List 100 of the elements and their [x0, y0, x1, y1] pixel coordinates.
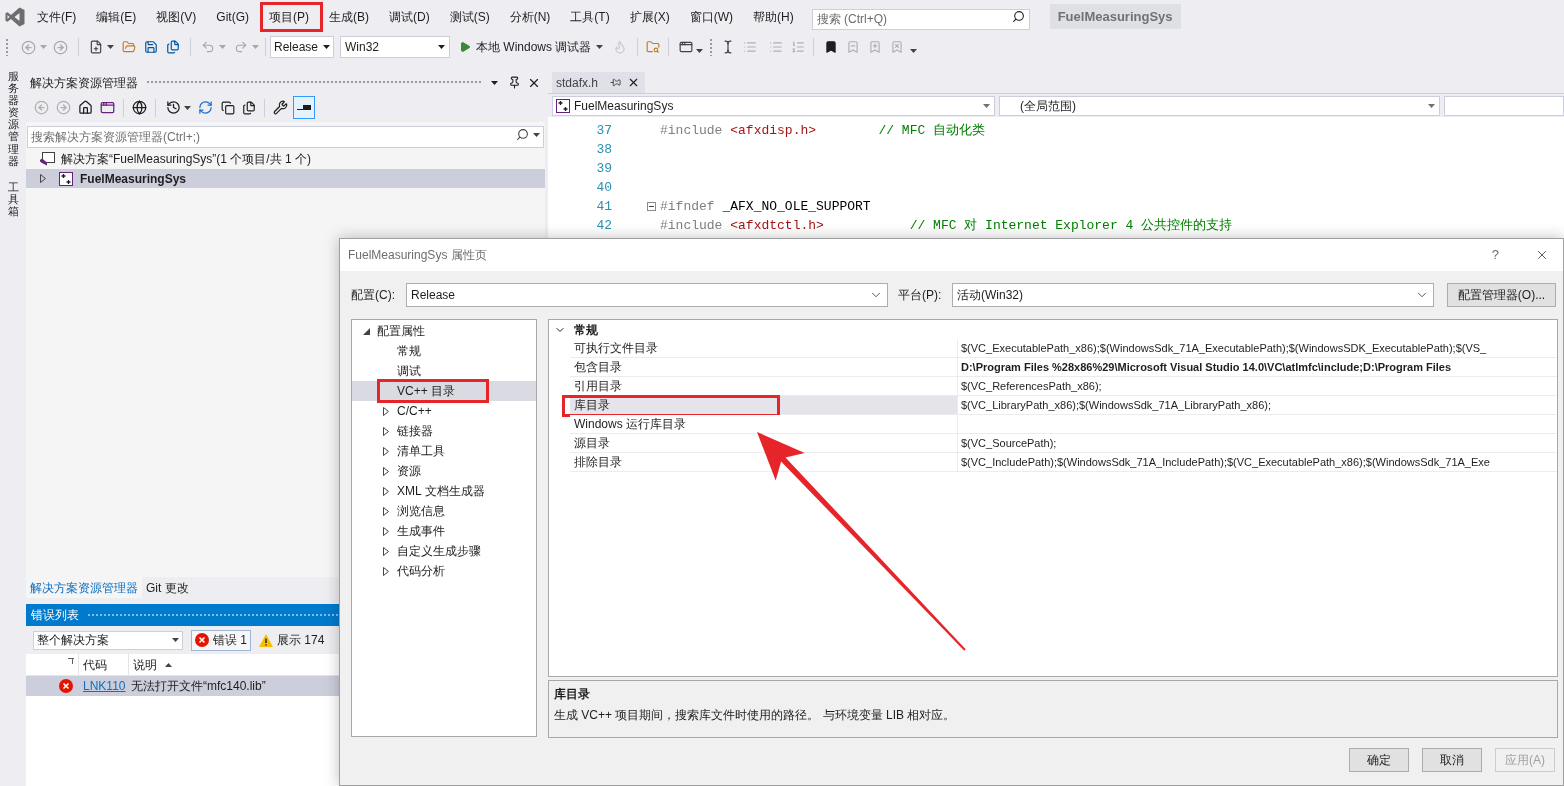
window-icon[interactable] [100, 100, 115, 115]
side-tab[interactable]: 工具箱 [7, 180, 19, 218]
project-dropdown[interactable]: FuelMeasuringSys [552, 95, 995, 116]
new-file-icon[interactable] [89, 40, 103, 54]
panel-title: 解决方案资源管理器 [30, 74, 138, 92]
globe-icon[interactable] [132, 100, 147, 115]
help-button[interactable]: ? [1491, 245, 1499, 265]
refresh-icon[interactable] [198, 100, 213, 115]
collapsed-arrow-icon[interactable] [383, 426, 389, 436]
scope-dropdown[interactable]: 整个解决方案 [33, 630, 183, 650]
menu-item[interactable]: 测试(S) [439, 3, 500, 30]
documents-icon[interactable] [242, 100, 256, 115]
filter-button[interactable]: 展示 174 [255, 629, 329, 651]
search-field[interactable]: 搜索解决方案资源管理器(Ctrl+;) [27, 126, 544, 148]
bookmark-icon[interactable] [824, 40, 839, 54]
collapsed-arrow-icon[interactable] [383, 446, 389, 456]
close-icon[interactable] [1535, 248, 1549, 262]
dropdown-caret-icon[interactable] [533, 133, 540, 137]
tree-item[interactable]: 浏览信息 [352, 501, 536, 521]
column-header[interactable]: 代码 [78, 654, 128, 675]
tree-item[interactable]: VC++ 目录 [352, 381, 536, 401]
collapsed-arrow-icon[interactable] [383, 406, 389, 416]
menu-item[interactable]: 生成(B) [319, 3, 379, 30]
collapsed-arrow-icon[interactable] [383, 546, 389, 556]
window-icon[interactable] [679, 40, 694, 54]
collapse-icon[interactable] [647, 202, 656, 211]
save-icon[interactable] [144, 40, 158, 54]
column-options-icon[interactable] [68, 658, 74, 664]
menu-item[interactable]: 项目(P) [259, 3, 319, 30]
panel-tab[interactable]: Git 更改 [142, 577, 193, 598]
dialog-button[interactable]: 取消 [1422, 748, 1482, 772]
collapsed-arrow-icon[interactable] [383, 466, 389, 476]
menu-item[interactable]: 文件(F) [27, 3, 87, 30]
home-icon[interactable] [78, 100, 93, 115]
tree-item[interactable]: 代码分析 [352, 561, 536, 581]
menu-item[interactable]: 调试(D) [379, 3, 440, 30]
property-name[interactable]: Windows 运行库目录 [570, 415, 958, 434]
scope-dropdown[interactable]: (全局范围) [999, 95, 1440, 116]
tree-item[interactable]: 资源 [352, 461, 536, 481]
side-tab[interactable]: 服务器资源管理器 [7, 70, 19, 167]
menu-item[interactable]: 窗口(W) [679, 3, 743, 30]
platform-dropdown[interactable]: Win32 [340, 36, 450, 58]
collapsed-arrow-icon[interactable] [383, 486, 389, 496]
window-menu-caret-icon[interactable] [491, 80, 498, 85]
tree-item[interactable]: 清单工具 [352, 441, 536, 461]
collapsed-arrow-icon[interactable] [383, 506, 389, 516]
menu-item[interactable]: 视图(V) [146, 3, 207, 30]
collapsed-arrow-icon[interactable] [383, 566, 389, 576]
toggle-button[interactable] [293, 96, 315, 119]
search-icon[interactable] [516, 128, 529, 141]
property-name[interactable]: 包含目录 [570, 358, 958, 377]
property-name[interactable]: 源目录 [570, 434, 958, 453]
menu-item[interactable]: 工具(T) [560, 3, 620, 30]
tree-item[interactable]: 调试 [352, 361, 536, 381]
start-debugging-button[interactable]: 本地 Windows 调试器 [459, 38, 604, 56]
configuration-dropdown[interactable]: Release [406, 283, 888, 307]
filter-button[interactable]: 错误 1 [191, 629, 251, 651]
property-name[interactable]: 可执行文件目录 [570, 339, 958, 358]
search-icon[interactable] [1011, 10, 1025, 23]
tree-item[interactable]: 常规 [352, 341, 536, 361]
copy-icon[interactable] [221, 100, 235, 115]
dropdown-caret-icon[interactable] [107, 45, 114, 49]
tree-item[interactable]: 生成事件 [352, 521, 536, 541]
tree-item[interactable]: XML 文档生成器 [352, 481, 536, 501]
collapsed-arrow-icon[interactable] [383, 526, 389, 536]
configuration-manager-button[interactable]: 配置管理器(O)... [1447, 283, 1556, 307]
line-number: 37 [595, 121, 612, 140]
expanded-arrow-icon[interactable] [362, 327, 370, 335]
platform-dropdown[interactable]: 活动(Win32) [952, 283, 1434, 307]
history-icon[interactable] [166, 100, 181, 115]
collapsed-arrow-icon[interactable] [40, 174, 46, 183]
property-name[interactable]: 排除目录 [570, 453, 958, 472]
dropdown-caret-icon[interactable] [184, 105, 191, 110]
panel-tab[interactable]: 解决方案资源管理器 [26, 577, 142, 598]
dropdown-caret-icon[interactable] [696, 49, 704, 53]
editor-tab[interactable]: stdafx.h [552, 72, 645, 93]
menu-item[interactable]: 扩展(X) [619, 3, 680, 30]
wrench-icon[interactable] [273, 100, 288, 115]
tree-item[interactable]: FuelMeasuringSys [26, 169, 545, 188]
open-folder-icon[interactable] [122, 40, 136, 54]
menu-item[interactable]: Git(G) [206, 3, 259, 30]
folder-search-icon[interactable] [646, 40, 661, 54]
dialog-button[interactable]: 确定 [1349, 748, 1409, 772]
documents-icon[interactable] [166, 40, 180, 54]
tree-item[interactable]: 链接器 [352, 421, 536, 441]
search-field[interactable]: 搜索 (Ctrl+Q) [811, 8, 1030, 30]
pin-icon[interactable] [508, 76, 521, 89]
code-line: #ifndef _AFX_NO_OLE_SUPPORT [660, 197, 871, 216]
configuration-dropdown[interactable]: Release [270, 36, 334, 58]
dropdown-caret-icon [172, 638, 179, 642]
tree-item[interactable]: C/C++ [352, 401, 536, 421]
menu-item[interactable]: 分析(N) [499, 3, 561, 30]
app-logo-icon[interactable] [5, 6, 25, 27]
menu-item[interactable]: 编辑(E) [86, 3, 147, 30]
tree-item[interactable]: 配置属性 [352, 321, 536, 341]
toolbar-grip[interactable] [5, 38, 9, 56]
overflow-caret-icon[interactable] [910, 49, 918, 53]
tree-item[interactable]: 解决方案“FuelMeasuringSys”(1 个项目/共 1 个) [26, 149, 545, 168]
menu-item[interactable]: 帮助(H) [743, 3, 804, 30]
tree-item[interactable]: 自定义生成步骤 [352, 541, 536, 561]
